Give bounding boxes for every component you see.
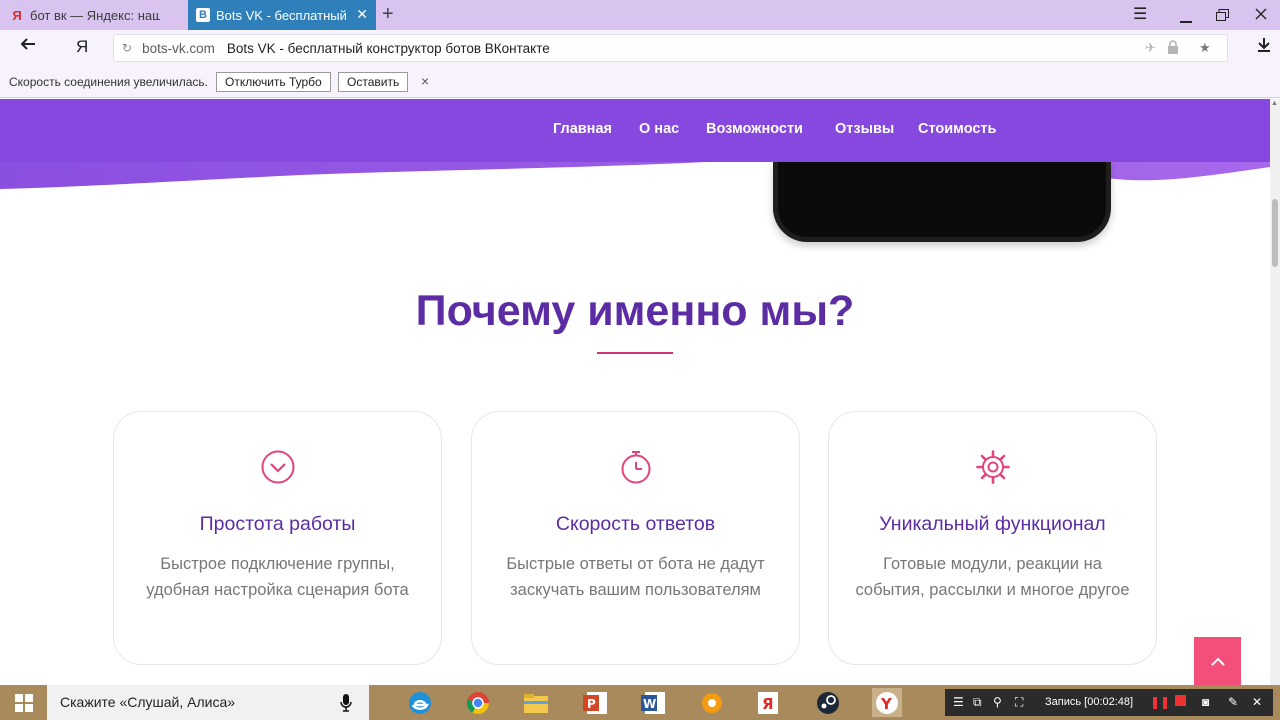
nav-features[interactable]: Возможности <box>706 121 803 137</box>
yandex-browser-icon[interactable]: Y <box>872 688 902 717</box>
search-placeholder: Скажите «Слушай, Алиса» <box>60 694 236 710</box>
yandex-icon[interactable]: Я <box>753 688 783 717</box>
turbo-message: Скорость соединения увеличилась. <box>9 75 208 89</box>
yandex-logo-icon[interactable]: Я <box>76 37 88 57</box>
settings-icon[interactable] <box>697 688 727 717</box>
page-viewport: Главная О нас Возможности Отзывы Стоимос… <box>0 99 1270 685</box>
svg-text:W: W <box>643 697 656 711</box>
feature-title: Скорость ответов <box>555 513 716 535</box>
new-tab-button[interactable]: + <box>382 3 394 26</box>
svg-text:P: P <box>587 697 596 711</box>
crop-icon[interactable]: ⛶ <box>1015 695 1023 710</box>
svg-text:Я: Я <box>762 695 774 713</box>
chevron-up-icon <box>1210 657 1225 666</box>
edge-icon[interactable] <box>405 688 435 717</box>
url-domain: bots-vk.com <box>142 40 215 56</box>
steam-icon[interactable] <box>813 688 843 717</box>
nav-pricing[interactable]: Стоимость <box>918 121 996 137</box>
feature-card-functionality: Уникальный функционал Готовые модули, ре… <box>828 411 1157 665</box>
yandex-favicon-icon: Я <box>12 7 22 23</box>
title-underline <box>597 352 673 354</box>
chevron-circle-icon <box>114 449 441 485</box>
feature-text: Готовые модули, реакции на события, расс… <box>855 555 1130 599</box>
nav-about[interactable]: О нас <box>639 121 679 137</box>
lock-icon[interactable] <box>1167 40 1179 57</box>
address-bar[interactable]: ↻ bots-vk.com Bots VK - бесплатный конст… <box>113 34 1228 62</box>
tab-title: бот вк — Яндекс: нашлось 9 <box>30 7 160 23</box>
scrollbar-thumb[interactable] <box>1272 199 1278 267</box>
feature-card-simplicity: Простота работы Быстрое подключение груп… <box>113 411 442 665</box>
turbo-notification-bar: Скорость соединения увеличилась. Отключи… <box>0 66 1280 98</box>
taskbar-search[interactable]: Скажите «Слушай, Алиса» <box>47 685 369 720</box>
feature-title: Простота работы <box>199 513 356 535</box>
tab-bots-vk[interactable]: B Bots VK - бесплатный конс ✕ <box>188 0 376 30</box>
address-row: Я ↻ bots-vk.com Bots VK - бесплатный кон… <box>0 30 1280 66</box>
microphone-icon[interactable] <box>340 694 352 715</box>
feature-title: Уникальный функционал <box>879 513 1106 535</box>
phone-mockup <box>773 162 1111 242</box>
powerpoint-icon[interactable]: P <box>580 688 610 717</box>
disable-turbo-button[interactable]: Отключить Турбо <box>216 72 331 92</box>
window-capture-icon[interactable]: ⧉ <box>973 695 982 710</box>
search-icon[interactable]: ⚲ <box>993 695 1002 709</box>
gear-icon <box>829 449 1156 485</box>
close-tab-icon[interactable]: ✕ <box>356 6 368 23</box>
download-icon[interactable] <box>1257 37 1271 57</box>
close-icon[interactable]: ✕ <box>1252 695 1262 709</box>
menu-icon[interactable]: ☰ <box>1133 4 1147 24</box>
camera-icon[interactable]: ◙ <box>1202 695 1209 709</box>
vk-favicon-icon: B <box>196 8 210 22</box>
main-nav: Главная О нас Возможности Отзывы Стоимос… <box>0 99 1270 162</box>
section-title: Почему именно мы? <box>415 287 855 335</box>
menu-icon[interactable]: ☰ <box>953 695 964 709</box>
svg-text:Y: Y <box>880 695 893 713</box>
restore-icon[interactable] <box>1216 8 1229 26</box>
stop-icon[interactable] <box>1175 695 1186 709</box>
pencil-icon[interactable]: ✎ <box>1228 695 1238 709</box>
tab-title: Bots VK - бесплатный конс <box>216 7 346 23</box>
feature-text: Быстрые ответы от бота не дадут заскучат… <box>506 555 765 599</box>
page-scrollbar[interactable]: ▲ <box>1270 99 1280 685</box>
minimize-icon[interactable] <box>1180 10 1192 28</box>
reload-icon[interactable]: ↻ <box>122 41 132 55</box>
back-arrow-icon[interactable] <box>20 36 36 57</box>
chrome-icon[interactable] <box>463 688 493 717</box>
close-window-icon[interactable] <box>1255 7 1267 25</box>
word-icon[interactable]: W <box>638 688 668 717</box>
scroll-to-top-button[interactable] <box>1194 637 1241 685</box>
stopwatch-icon <box>472 449 799 485</box>
keep-turbo-button[interactable]: Оставить <box>338 72 409 92</box>
tab-strip: Я бот вк — Яндекс: нашлось 9 B Bots VK -… <box>0 0 1280 30</box>
nav-reviews[interactable]: Отзывы <box>835 121 894 137</box>
pause-icon[interactable]: ❚❚ <box>1150 695 1170 709</box>
taskbar: Скажите «Слушай, Алиса» P W Я Y ☰ ⧉ ⚲ ⛶ … <box>0 685 1280 720</box>
feature-text: Быстрое подключение группы, удобная наст… <box>146 555 409 599</box>
bookmark-star-icon[interactable]: ★ <box>1199 40 1211 56</box>
page-title: Bots VK - бесплатный конструктор ботов В… <box>226 40 550 56</box>
windows-start-icon[interactable] <box>0 685 47 720</box>
recorder-panel: ☰ ⧉ ⚲ ⛶ Запись [00:02:48] ❚❚ ◙ ✎ ✕ <box>945 689 1273 716</box>
nav-home[interactable]: Главная <box>553 121 612 137</box>
close-icon[interactable]: × <box>421 73 429 89</box>
recording-timer: Запись [00:02:48] <box>1045 696 1134 708</box>
scroll-up-icon[interactable]: ▲ <box>1271 100 1278 107</box>
explorer-icon[interactable] <box>521 688 551 717</box>
feature-card-speed: Скорость ответов Быстрые ответы от бота … <box>471 411 800 665</box>
tab-yandex-search[interactable]: Я бот вк — Яндекс: нашлось 9 <box>0 0 186 30</box>
turbo-rocket-icon[interactable]: ✈ <box>1145 40 1156 56</box>
